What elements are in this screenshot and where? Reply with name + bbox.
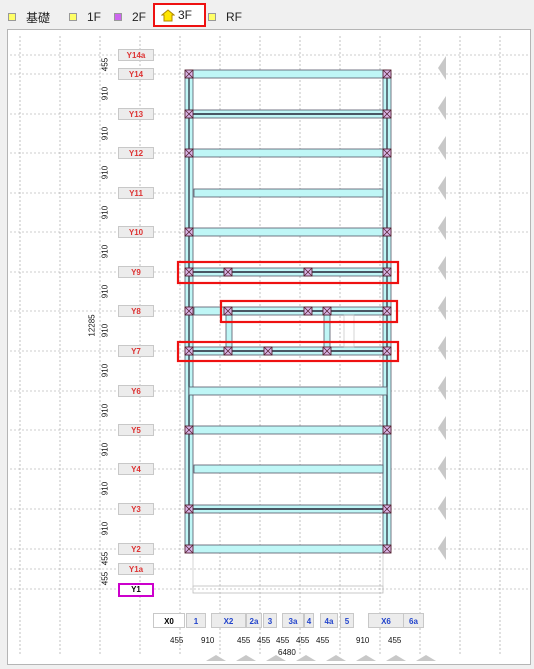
x-dimension: 910 <box>201 636 215 645</box>
y-dimension: 910 <box>100 442 110 456</box>
y-axis-label-y3[interactable]: Y3 <box>118 503 154 515</box>
y-axis-label-y5[interactable]: Y5 <box>118 424 154 436</box>
y-dimension: 910 <box>100 244 110 259</box>
x-dimension: 455 <box>257 636 271 645</box>
x-dimension: 455 <box>296 636 310 645</box>
scroll-mark <box>438 456 446 480</box>
y-dimension: 455 <box>100 551 110 566</box>
scroll-mark <box>296 655 316 661</box>
beam-plan-canvas[interactable] <box>0 0 534 669</box>
scroll-mark <box>438 296 446 320</box>
y-axis-label-y10[interactable]: Y10 <box>118 226 154 238</box>
x-axis-label-x2[interactable]: X2 <box>211 613 246 628</box>
y-axis-label-y1a[interactable]: Y1a <box>118 563 154 575</box>
scroll-mark <box>438 256 446 280</box>
y-axis-label-y9[interactable]: Y9 <box>118 266 154 278</box>
y-axis-label-y7[interactable]: Y7 <box>118 345 154 357</box>
scroll-mark <box>438 376 446 400</box>
y-axis-label-y11[interactable]: Y11 <box>118 187 154 199</box>
beam-stub <box>193 306 225 316</box>
y-dimension: 910 <box>100 521 110 536</box>
x-dimension: 455 <box>316 636 330 645</box>
structure-layer <box>184 69 392 594</box>
x-axis-label-2a[interactable]: 2a <box>246 613 262 628</box>
y-dimension: 910 <box>100 165 110 180</box>
y-dimension: 455 <box>100 57 110 71</box>
y-dimension: 455 <box>100 571 110 586</box>
grid-lines <box>10 36 528 655</box>
scroll-mark <box>438 136 446 160</box>
y-dimension: 910 <box>100 363 110 378</box>
scroll-mark <box>438 216 446 240</box>
x-axis-label-6a[interactable]: 6a <box>403 613 424 628</box>
y-dimension: 910 <box>100 284 110 298</box>
y-axis-label-y1[interactable]: Y1 <box>118 583 154 597</box>
beam <box>193 188 384 198</box>
scroll-mark <box>438 536 446 560</box>
x-axis-label-x6[interactable]: X6 <box>368 613 404 628</box>
x-axis-label-4[interactable]: 4 <box>304 613 314 628</box>
beam <box>188 69 388 79</box>
x-total-dimension: 6480 <box>278 648 296 657</box>
x-axis-label-3[interactable]: 3 <box>263 613 277 628</box>
beam <box>188 425 388 435</box>
x-axis-label-4a[interactable]: 4a <box>320 613 338 628</box>
y-total-dimension: 12285 <box>87 314 97 337</box>
beam <box>188 544 388 554</box>
scroll-mark <box>438 176 446 200</box>
x-dimension: 455 <box>276 636 290 645</box>
x-axis-label-3a[interactable]: 3a <box>282 613 304 628</box>
y-dimension: 910 <box>100 86 110 101</box>
y-axis-label-y8[interactable]: Y8 <box>118 305 154 317</box>
y-axis-label-y2[interactable]: Y2 <box>118 543 154 555</box>
beam <box>188 148 388 158</box>
scroll-mark <box>416 655 436 661</box>
x-axis-label-5[interactable]: 5 <box>340 613 354 628</box>
y-axis-label-y6[interactable]: Y6 <box>118 385 154 397</box>
y-dimension: 910 <box>100 205 110 219</box>
beam <box>193 464 384 474</box>
scroll-mark <box>356 655 376 661</box>
x-axis-label-1[interactable]: 1 <box>186 613 206 628</box>
scroll-marks <box>206 56 446 661</box>
y-dimension: 910 <box>100 403 110 417</box>
scroll-mark <box>236 655 256 661</box>
y-axis-label-y13[interactable]: Y13 <box>118 108 154 120</box>
scroll-mark <box>438 496 446 520</box>
scroll-mark <box>438 56 446 80</box>
x-axis-label-x0[interactable]: X0 <box>153 613 185 628</box>
y-dimension: 910 <box>100 481 110 496</box>
x-dimension: 455 <box>388 636 402 645</box>
scroll-mark <box>438 96 446 120</box>
y-axis-label-y4[interactable]: Y4 <box>118 463 154 475</box>
y-axis-label-y12[interactable]: Y12 <box>118 147 154 159</box>
scroll-mark <box>326 655 346 661</box>
y-axis-label-y14a[interactable]: Y14a <box>118 49 154 61</box>
x-dimension: 455 <box>170 636 184 645</box>
scroll-mark <box>206 655 226 661</box>
x-dimension: 455 <box>237 636 251 645</box>
beam <box>188 227 388 237</box>
beam <box>188 386 388 396</box>
scroll-mark <box>438 336 446 360</box>
y-dimension: 910 <box>100 126 110 140</box>
y-dimension: 910 <box>100 323 110 338</box>
scroll-mark <box>386 655 406 661</box>
scroll-mark <box>438 416 446 440</box>
x-dimension: 910 <box>356 636 370 645</box>
y1-outline <box>192 585 384 594</box>
y-axis-label-y14[interactable]: Y14 <box>118 68 154 80</box>
